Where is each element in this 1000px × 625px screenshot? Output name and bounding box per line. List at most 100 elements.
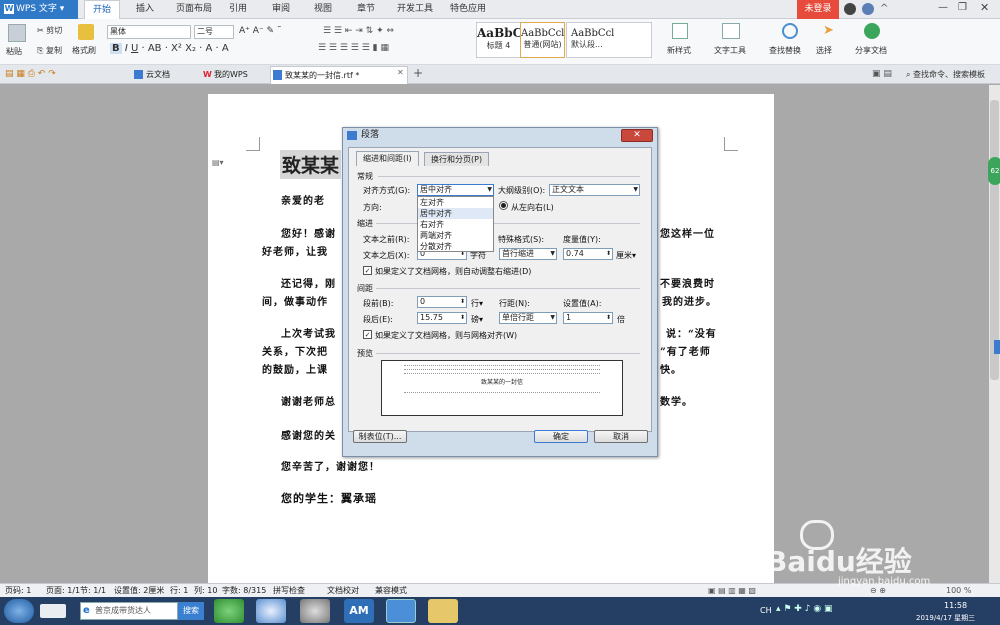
doc-line-9: 感谢您的关 [281,431,336,442]
cloud-icon [134,70,143,79]
tab-stops-button[interactable]: 制表位(T)... [353,430,407,443]
wps-taskbar-icon[interactable] [386,599,416,623]
menu-insert[interactable]: 插入 [136,0,154,19]
am-app-icon[interactable]: AM [344,599,374,623]
style-default-para[interactable]: AaBbCcl 默认段... [566,22,652,58]
menu-review[interactable]: 审阅 [272,0,290,19]
app-menu-button[interactable]: W WPS 文字 ▾ [0,0,78,19]
restore-icon[interactable]: ❐ [958,2,967,13]
new-style-button[interactable]: 新样式 [667,45,691,56]
space-after-input[interactable]: 15.75 ⬍ [417,312,467,324]
font-name-select[interactable]: 黑体 [107,25,191,39]
menu-chapter[interactable]: 章节 [357,0,375,19]
side-panel-handle[interactable] [994,340,1000,354]
cut-button[interactable]: ✂ 剪切 [37,25,62,36]
qq-icon[interactable] [300,599,330,623]
zoom-level[interactable]: 100 % [946,584,971,597]
tray-icons[interactable]: ▴ ⚑ ✚ ♪ ◉ ▣ [776,604,833,614]
close-icon[interactable]: ✕ [980,1,989,14]
align-option-distributed[interactable]: 分散对齐 [418,241,493,252]
login-button[interactable]: 未登录 [797,0,839,19]
grid-align-checkbox[interactable]: ✓ [363,330,372,339]
paragraph-handle-icon[interactable]: ▤▾ [212,158,224,167]
start-button[interactable] [4,599,34,623]
unit-pt-select[interactable]: 磅▾ [471,314,483,325]
status-words[interactable]: 字数: 8/315 [222,584,266,597]
unit-line-select[interactable]: 行▾ [471,298,483,309]
select-button[interactable]: 选择 [816,45,832,56]
paste-label[interactable]: 粘贴 [6,46,22,57]
font-size-select[interactable]: 二号 [194,25,234,39]
font-grow-icon[interactable]: A⁺ A⁻ ✎ ˜ [239,26,281,36]
select-cursor-icon[interactable]: ➤ [823,23,834,38]
share-icon[interactable] [864,23,880,39]
style-heading4[interactable]: AaBbC 标题 4 [476,22,521,58]
align-option-center[interactable]: 居中对齐 [418,208,493,219]
taskbar-search-input[interactable]: 普京成带货达人 [80,602,178,620]
tab-active-document[interactable]: 致某某的一封信.rtf * [270,66,408,84]
font-format-buttons[interactable]: B I U · AB · X² X₂ · A · A [110,43,229,54]
360-browser-icon[interactable] [214,599,244,623]
align-option-right[interactable]: 右对齐 [418,219,493,230]
new-tab-icon[interactable]: + [413,66,423,80]
skin-icon[interactable] [844,3,856,15]
outline-select[interactable]: 正文文本 ▼ [549,184,640,196]
find-replace-button[interactable]: 查找替换 [769,45,801,56]
align-option-justify[interactable]: 两端对齐 [418,230,493,241]
grid-indent-checkbox[interactable]: ✓ [363,266,372,275]
view-mode-buttons[interactable]: ▣ ▤ ▥ ▦ ▧ [708,584,756,597]
menu-developer[interactable]: 开发工具 [397,0,433,19]
doc-right-3: 我的进步。 [662,297,717,308]
format-painter-icon[interactable] [78,24,94,40]
float-assistant-icon[interactable]: 62 [988,157,1000,185]
clock-time[interactable]: 11:58 [944,601,967,610]
text-tool-icon[interactable] [722,23,740,39]
document-title[interactable]: 致某某 [280,150,342,179]
baidu-netdisk-icon[interactable] [256,599,286,623]
line-spacing-select[interactable]: 单倍行距 ▼ [499,312,557,324]
scrollbar-thumb[interactable] [990,100,999,380]
copy-button[interactable]: ⎘ 复制 [37,45,62,56]
folder-icon[interactable] [428,599,458,623]
minimize-icon[interactable]: — [938,2,948,13]
help-icon[interactable] [862,3,874,15]
special-format-select[interactable]: 首行缩进 ▼ [499,248,557,260]
ok-button[interactable]: 确定 [534,430,588,443]
tab-line-page-break[interactable]: 换行和分页(P) [424,152,490,166]
measure-unit-select[interactable]: 厘米▾ [616,250,636,261]
style-normal-web[interactable]: AaBbCcl 普通(网站) [520,22,565,58]
dialog-close-button[interactable]: ✕ [621,129,653,142]
align-select[interactable]: 居中对齐 ▼ [417,184,494,196]
tab-indent-spacing[interactable]: 缩进和间距(I) [356,151,419,166]
align-option-left[interactable]: 左对齐 [418,197,493,208]
share-button[interactable]: 分享文档 [855,45,887,56]
menu-references[interactable]: 引用 [229,0,247,19]
ltr-radio[interactable] [499,201,508,210]
menu-view[interactable]: 视图 [314,0,332,19]
menu-page-layout[interactable]: 页面布局 [176,0,212,19]
view-mode-icons[interactable]: ▣ ▤ [872,69,892,79]
clock-date[interactable]: 2019/4/17 星期三 [916,613,975,623]
chevron-up-icon[interactable]: ^ [880,3,888,14]
spell-check-toggle[interactable]: 拼写检查 [273,584,305,597]
tab-close-icon[interactable]: ✕ [397,68,404,77]
quick-access-icons[interactable]: ▤ ▦ ⎙ ↶ ↷ [5,69,56,79]
text-tool-button[interactable]: 文字工具 [714,45,746,56]
new-style-icon[interactable] [672,23,688,39]
format-painter-label[interactable]: 格式刷 [72,45,96,56]
measure-input[interactable]: 0.74 ⬍ [563,248,613,260]
doc-proof-button[interactable]: 文档校对 [327,584,359,597]
space-before-input[interactable]: 0 ⬍ [417,296,467,308]
taskbar-search-button[interactable]: 搜索 [178,602,204,620]
menu-start[interactable]: 开始 [84,0,121,19]
command-search[interactable]: ⌕ 查找命令、搜索模板 [906,69,985,80]
explorer-icon[interactable] [40,604,66,618]
cancel-button[interactable]: 取消 [594,430,648,443]
menu-features[interactable]: 特色应用 [450,0,486,19]
ime-lang[interactable]: CH [760,606,772,615]
paste-icon[interactable] [8,24,26,42]
setting-input[interactable]: 1 ⬍ [563,312,613,324]
find-replace-icon[interactable] [782,23,798,39]
align-buttons[interactable]: ☰ ☰ ☰ ☰ ☰ ▮ ▦ [318,43,389,53]
list-buttons[interactable]: ☰ ☰ ⇤ ⇥ ⇅ ✦ ⇔ [323,26,394,36]
